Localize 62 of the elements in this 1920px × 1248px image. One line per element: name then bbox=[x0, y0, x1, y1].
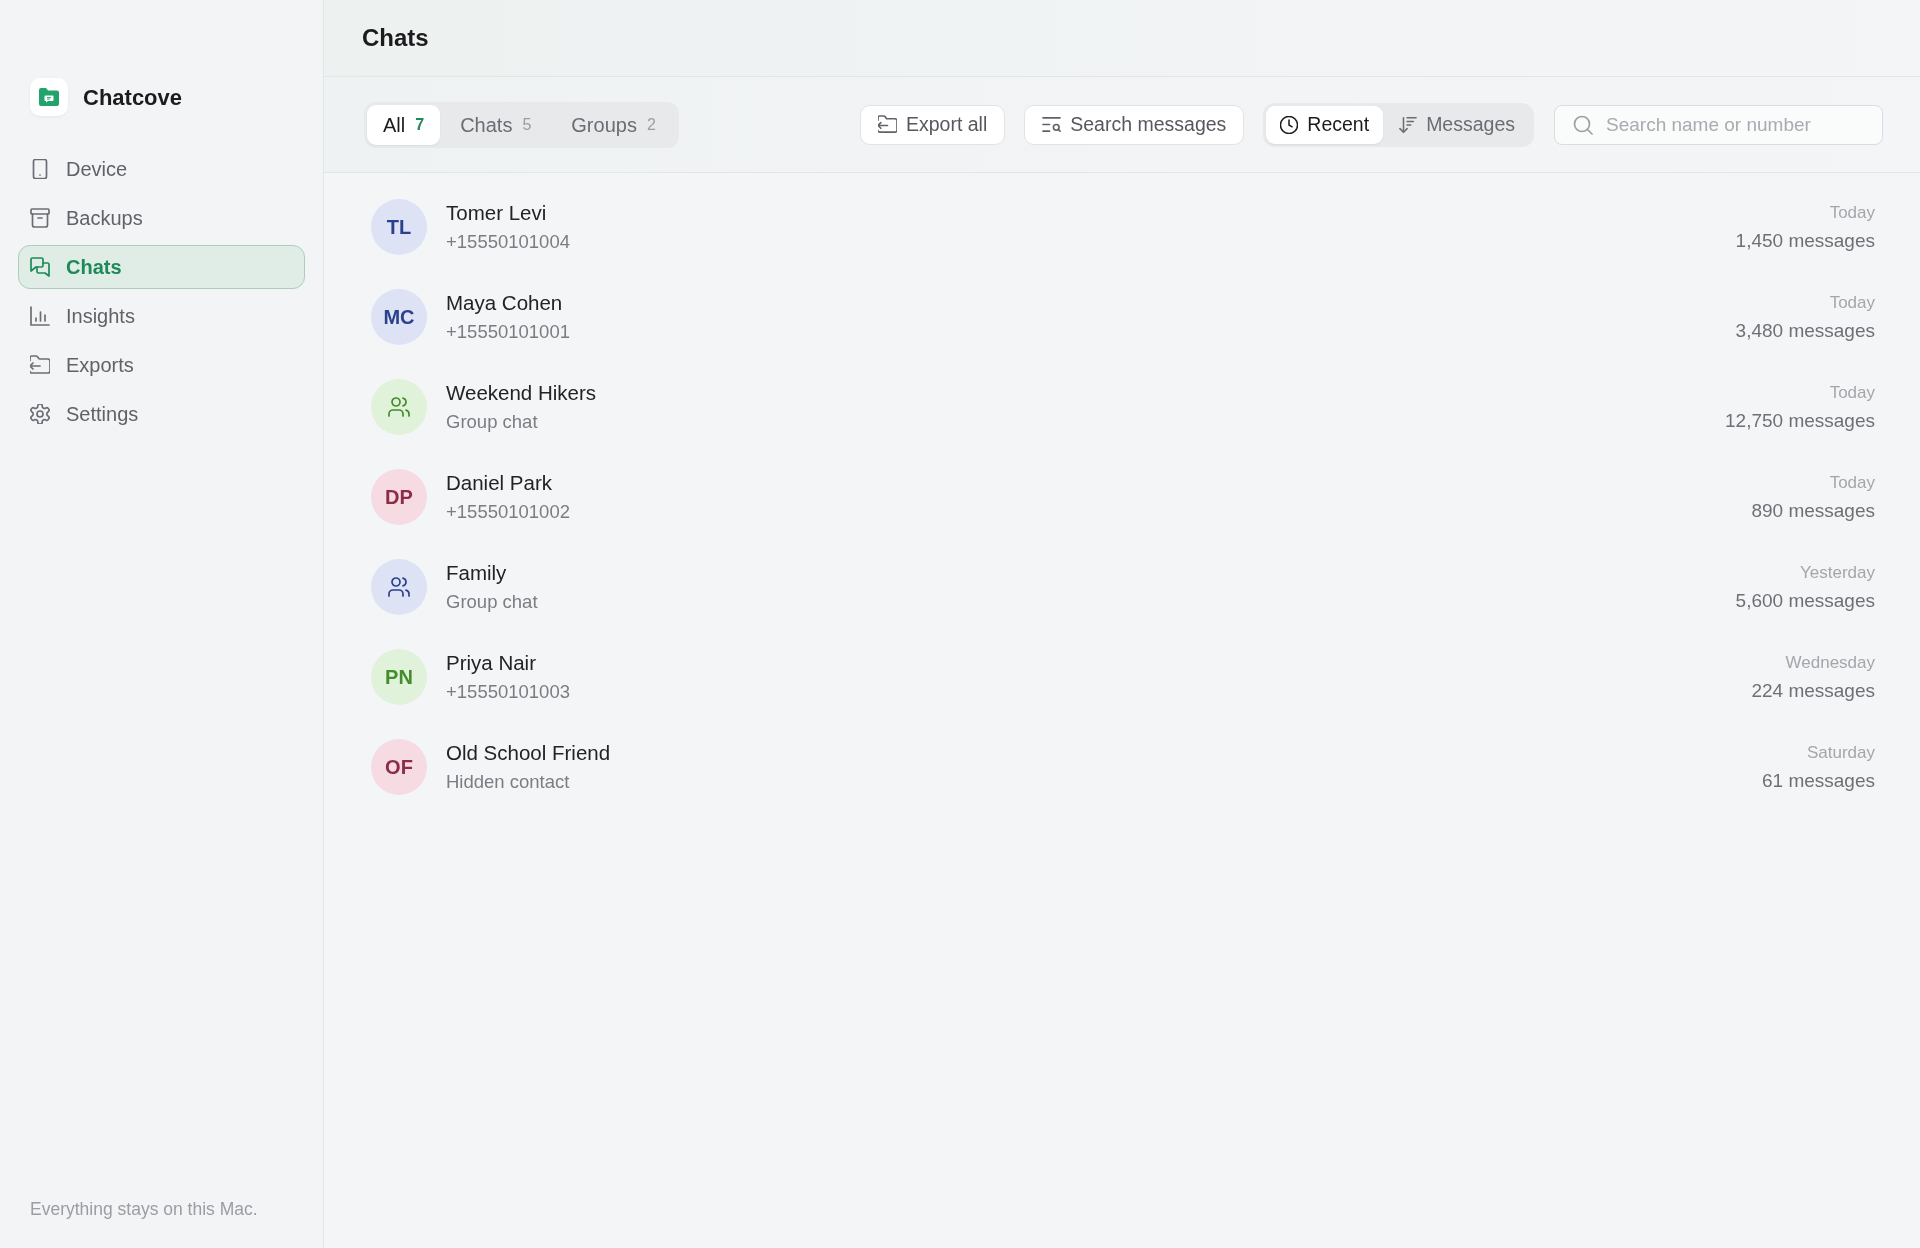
filter-tab[interactable]: Chats 5 bbox=[440, 104, 552, 145]
settings-icon bbox=[30, 404, 50, 424]
message-count: 890 messages bbox=[1751, 499, 1875, 522]
chat-detail: +15550101003 bbox=[446, 680, 570, 703]
filter-tab[interactable]: All 7 bbox=[367, 104, 441, 145]
clock-icon bbox=[1280, 115, 1299, 134]
nav-item[interactable]: Backups bbox=[18, 196, 305, 240]
archive-box-icon bbox=[30, 208, 50, 228]
chat-detail: +15550101004 bbox=[446, 230, 570, 253]
last-activity: Today bbox=[1829, 202, 1875, 223]
phone-icon bbox=[30, 159, 50, 179]
nav-item[interactable]: Settings bbox=[18, 392, 305, 436]
folder-arrow-icon bbox=[30, 355, 50, 375]
initials-avatar: DP bbox=[371, 469, 427, 525]
chat-name: Priya Nair bbox=[446, 651, 536, 674]
chat-detail: +15550101001 bbox=[446, 320, 570, 343]
page-title: Chats bbox=[362, 23, 429, 53]
last-activity: Wednesday bbox=[1785, 652, 1875, 673]
initials-avatar: TL bbox=[371, 199, 427, 255]
initials-avatar: MC bbox=[371, 289, 427, 345]
folder-arrow-icon bbox=[877, 115, 897, 134]
chat-name: Daniel Park bbox=[446, 471, 552, 494]
footer-note: Everything stays on this Mac. bbox=[30, 1198, 258, 1219]
chat-name: Family bbox=[446, 561, 507, 584]
chat-name: Weekend Hikers bbox=[446, 381, 597, 404]
chat-name: Old School Friend bbox=[446, 741, 611, 764]
search-messages-button[interactable]: Search messages bbox=[1024, 104, 1245, 145]
message-count: 5,600 messages bbox=[1735, 589, 1875, 612]
search-field[interactable]: Search name or number bbox=[1554, 104, 1883, 145]
chat-name: Maya Cohen bbox=[446, 291, 563, 314]
last-activity: Saturday bbox=[1806, 742, 1875, 763]
nav-item[interactable]: Chats bbox=[18, 245, 305, 289]
message-count: 12,750 messages bbox=[1725, 409, 1875, 432]
chat-detail: Group chat bbox=[446, 590, 538, 613]
nav-item[interactable]: Insights bbox=[18, 294, 305, 338]
message-count: 3,480 messages bbox=[1735, 319, 1875, 342]
nav-item[interactable]: Device bbox=[18, 147, 305, 191]
chat-folder-icon bbox=[30, 78, 68, 116]
app-name: Chatcove bbox=[83, 83, 183, 112]
chat-detail: Group chat bbox=[446, 410, 538, 433]
message-count: 224 messages bbox=[1751, 679, 1875, 702]
initials-avatar: OF bbox=[371, 739, 427, 795]
message-count: 61 messages bbox=[1762, 769, 1875, 792]
search-icon bbox=[1573, 114, 1593, 135]
chat-detail: Hidden contact bbox=[446, 770, 570, 793]
message-count: 1,450 messages bbox=[1735, 229, 1875, 252]
bar-chart-icon bbox=[30, 306, 50, 326]
sort-tab[interactable]: Recent bbox=[1266, 105, 1384, 144]
initials-avatar: PN bbox=[371, 649, 427, 705]
sort-tab[interactable]: Messages bbox=[1383, 105, 1531, 144]
export-button[interactable]: Export all bbox=[859, 104, 1006, 145]
chat-name: Tomer Levi bbox=[446, 201, 547, 224]
nav-item[interactable]: Exports bbox=[18, 343, 305, 387]
last-activity: Today bbox=[1829, 382, 1875, 403]
sort-descending-icon bbox=[1399, 115, 1418, 134]
chat-detail: +15550101002 bbox=[446, 500, 570, 523]
last-activity: Today bbox=[1829, 292, 1875, 313]
text-search-icon bbox=[1042, 115, 1062, 134]
filter-tab[interactable]: Groups 2 bbox=[551, 104, 676, 145]
chat-bubbles-icon bbox=[30, 257, 50, 277]
last-activity: Yesterday bbox=[1800, 562, 1875, 583]
last-activity: Today bbox=[1829, 472, 1875, 493]
